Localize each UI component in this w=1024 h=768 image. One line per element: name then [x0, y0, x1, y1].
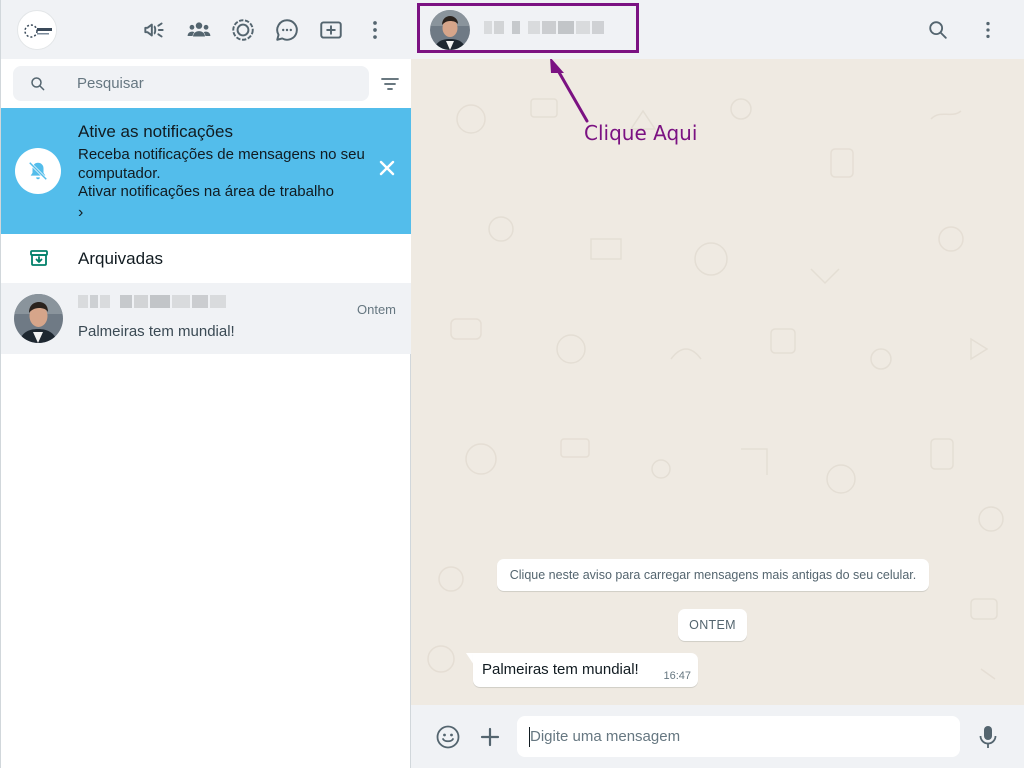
search-row: [1, 59, 411, 108]
message-input[interactable]: [517, 716, 960, 757]
notification-text: Receba notificações de mensagens no seu …: [78, 146, 365, 182]
conversation-header: [411, 0, 1024, 59]
archive-icon: [30, 250, 48, 266]
chevron-right-icon[interactable]: ›: [78, 204, 83, 222]
menu-icon[interactable]: [362, 17, 388, 43]
annotation-label: Clique Aqui: [584, 121, 698, 145]
person-photo-icon: [430, 10, 470, 50]
message-composer: [411, 705, 1024, 768]
profile-avatar[interactable]: [17, 10, 57, 50]
chat-list-item[interactable]: Ontem Palmeiras tem mundial!: [1, 283, 411, 354]
bell-off-icon: [28, 161, 48, 181]
logo-icon: [19, 12, 56, 49]
conversation-pane: Clique Aqui Clique neste aviso para carr…: [411, 0, 1024, 768]
notification-banner[interactable]: Ative as notificações Receba notificaçõe…: [1, 108, 411, 234]
new-chat-icon[interactable]: [318, 17, 344, 43]
conversation-menu-icon[interactable]: [977, 19, 999, 41]
contact-header-button[interactable]: [417, 3, 639, 53]
filter-icon[interactable]: [379, 75, 401, 93]
contact-header-avatar: [430, 10, 470, 50]
emoji-icon[interactable]: [435, 724, 461, 750]
notification-title: Ative as notificações: [78, 122, 233, 141]
message-text: Palmeiras tem mundial!: [482, 661, 639, 678]
status-icon[interactable]: [230, 17, 256, 43]
search-icon: [31, 77, 45, 91]
search-conversation-icon[interactable]: [927, 19, 949, 41]
search-box[interactable]: [13, 66, 369, 101]
left-header: [1, 0, 411, 59]
channels-icon[interactable]: [141, 17, 167, 43]
enable-notifications-link[interactable]: Ativar notificações na área de trabalho: [78, 183, 334, 200]
chat-name-redacted: [78, 295, 228, 311]
contact-avatar: [14, 294, 63, 343]
chat-time: Ontem: [356, 302, 396, 317]
annotation-arrow: [550, 59, 589, 123]
date-separator: ONTEM: [678, 609, 747, 641]
contact-name-redacted: [484, 21, 606, 39]
communities-icon[interactable]: [186, 17, 212, 43]
chat-bubble-icon[interactable]: [274, 17, 300, 43]
attach-plus-icon[interactable]: [477, 724, 503, 750]
load-older-messages-notice[interactable]: Clique neste aviso para carregar mensage…: [497, 559, 929, 591]
app-window: Ative as notificações Receba notificaçõe…: [0, 0, 1024, 768]
person-photo-icon: [14, 294, 63, 343]
archived-label: Arquivadas: [78, 249, 164, 268]
text-caret: [529, 727, 530, 747]
close-icon[interactable]: [377, 158, 397, 178]
left-pane: Ative as notificações Receba notificaçõe…: [0, 0, 411, 768]
message-time: 16:47: [663, 670, 691, 682]
message-area[interactable]: Clique Aqui Clique neste aviso para carr…: [411, 59, 1024, 705]
archived-row[interactable]: Arquivadas: [1, 234, 411, 283]
microphone-icon[interactable]: [977, 724, 999, 750]
incoming-message[interactable]: Palmeiras tem mundial! 16:47: [473, 653, 698, 687]
search-input[interactable]: [77, 66, 357, 101]
notification-bell-avatar: [15, 148, 61, 194]
chat-last-message: Palmeiras tem mundial!: [78, 323, 235, 340]
